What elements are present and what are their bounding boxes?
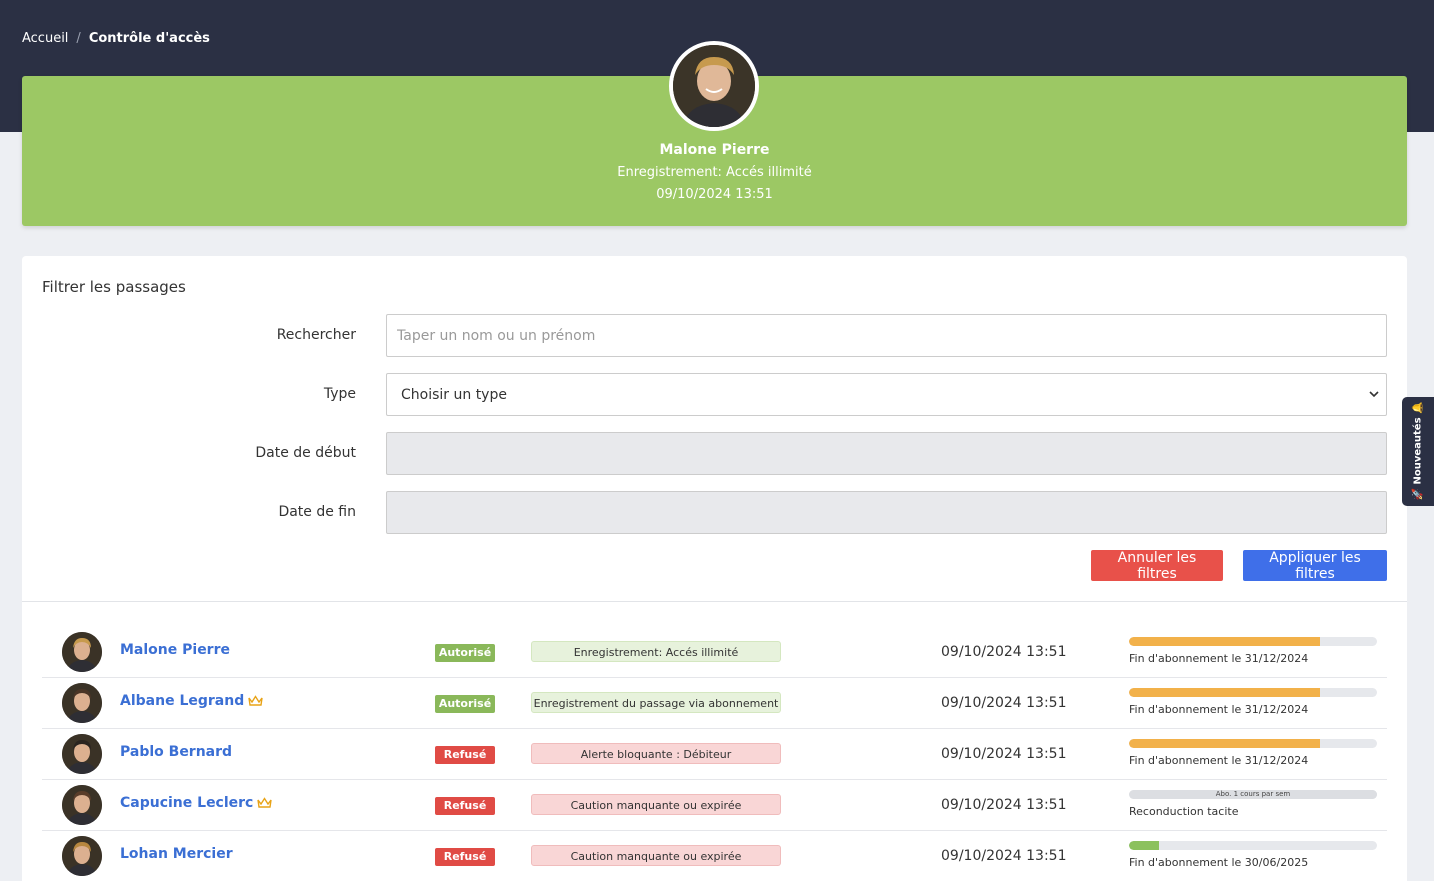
subscription-end-text: Fin d'abonnement le 31/12/2024 xyxy=(1129,652,1309,665)
member-avatar xyxy=(62,683,102,723)
person-photo-icon xyxy=(62,683,102,723)
member-name-link[interactable]: Pablo Bernard xyxy=(120,744,232,760)
subscription-end-text: Reconduction tacite xyxy=(1129,805,1239,818)
search-row: Rechercher xyxy=(22,314,1407,357)
status-badge: Refusé xyxy=(435,848,495,866)
passage-row: Malone Pierre Autorisé Enregistrement: A… xyxy=(42,627,1387,678)
member-avatar xyxy=(62,785,102,825)
type-select[interactable]: Choisir un type xyxy=(386,373,1387,416)
passage-row: Albane Legrand Autorisé Enregistrement d… xyxy=(42,678,1387,729)
hero-datetime: 09/10/2024 13:51 xyxy=(656,187,773,202)
subscription-progress-bar xyxy=(1129,739,1377,748)
type-label: Type xyxy=(323,386,356,402)
person-photo-icon xyxy=(62,734,102,774)
member-avatar xyxy=(62,836,102,876)
subscription-progress-bar xyxy=(1129,688,1377,697)
breadcrumb: Accueil / Contrôle d'accès xyxy=(22,31,210,46)
crown-icon xyxy=(248,695,263,706)
subscription-progress-fill xyxy=(1129,688,1320,697)
filter-card-title: Filtrer les passages xyxy=(42,278,186,296)
type-row: Type Choisir un type xyxy=(22,373,1407,416)
subscription-progress-bar xyxy=(1129,637,1377,646)
subscription-progress-bar: Abo. 1 cours par sem xyxy=(1129,790,1377,799)
passage-datetime: 09/10/2024 13:51 xyxy=(941,797,1067,813)
filter-card: Filtrer les passages Rechercher Type Cho… xyxy=(22,256,1407,881)
status-badge: Autorisé xyxy=(435,644,495,662)
passage-datetime: 09/10/2024 13:51 xyxy=(941,848,1067,864)
subscription-end-text: Fin d'abonnement le 30/06/2025 xyxy=(1129,856,1309,869)
passage-datetime: 09/10/2024 13:51 xyxy=(941,695,1067,711)
member-name: Capucine Leclerc xyxy=(120,795,254,811)
crown-icon xyxy=(257,797,273,808)
passage-list: Malone Pierre Autorisé Enregistrement: A… xyxy=(42,627,1387,881)
passage-row: Lohan Mercier Refusé Caution manquante o… xyxy=(42,831,1387,881)
end-date-label: Date de fin xyxy=(278,504,356,520)
news-side-tab-label: 🚀 Nouveautés 🔔 xyxy=(1412,401,1424,501)
member-avatar xyxy=(62,734,102,774)
passage-datetime: 09/10/2024 13:51 xyxy=(941,644,1067,660)
subscription-end-text: Fin d'abonnement le 31/12/2024 xyxy=(1129,703,1309,716)
member-name: Albane Legrand xyxy=(120,693,245,709)
type-select-value: Choisir un type xyxy=(401,386,507,403)
subscription-progress-fill xyxy=(1129,739,1320,748)
person-photo-icon xyxy=(62,836,102,876)
subscription-progress-fill xyxy=(1129,637,1320,646)
subscription-bar-text: Abo. 1 cours par sem xyxy=(1215,790,1291,798)
passage-datetime: 09/10/2024 13:51 xyxy=(941,746,1067,762)
member-name: Pablo Bernard xyxy=(120,744,233,760)
status-badge: Refusé xyxy=(435,797,495,815)
passage-message: Caution manquante ou expirée xyxy=(531,794,781,815)
subscription-end-text: Fin d'abonnement le 31/12/2024 xyxy=(1129,754,1309,767)
apply-filters-button[interactable]: Appliquer les filtres xyxy=(1243,550,1387,582)
search-label: Rechercher xyxy=(276,327,356,343)
member-name: Malone Pierre xyxy=(120,642,230,658)
member-name-link[interactable]: Albane Legrand xyxy=(120,693,263,709)
subscription-progress-bar xyxy=(1129,841,1377,850)
start-date-input[interactable] xyxy=(386,432,1387,475)
person-photo-icon xyxy=(62,632,102,672)
subscription-progress-fill xyxy=(1129,841,1159,850)
status-badge: Refusé xyxy=(435,746,495,764)
passage-message: Enregistrement du passage via abonnement xyxy=(531,692,781,713)
news-side-tab[interactable]: 🚀 Nouveautés 🔔 xyxy=(1402,397,1434,506)
person-photo-icon xyxy=(62,785,102,825)
divider xyxy=(22,601,1407,602)
passage-message: Caution manquante ou expirée xyxy=(531,845,781,866)
end-date-row: Date de fin xyxy=(22,491,1407,534)
hero-status-text: Enregistrement: Accés illimité xyxy=(617,165,812,180)
breadcrumb-separator: / xyxy=(76,31,81,46)
start-date-label: Date de début xyxy=(255,445,356,461)
chevron-down-icon xyxy=(1369,391,1379,398)
cancel-filters-button[interactable]: Annuler les filtres xyxy=(1091,550,1223,582)
member-name: Lohan Mercier xyxy=(120,846,233,862)
hero-avatar xyxy=(669,41,759,131)
passage-message: Enregistrement: Accés illimité xyxy=(531,641,781,662)
search-input[interactable] xyxy=(386,314,1387,357)
person-photo-icon xyxy=(673,45,755,127)
passage-row: Capucine Leclerc Refusé Caution manquant… xyxy=(42,780,1387,831)
hero-member-name: Malone Pierre xyxy=(659,142,770,158)
member-name-link[interactable]: Capucine Leclerc xyxy=(120,795,273,811)
passage-message: Alerte bloquante : Débiteur xyxy=(531,743,781,764)
breadcrumb-home-link[interactable]: Accueil xyxy=(22,31,68,46)
member-name-link[interactable]: Malone Pierre xyxy=(120,642,230,658)
passage-row: Pablo Bernard Refusé Alerte bloquante : … xyxy=(42,729,1387,780)
member-name-link[interactable]: Lohan Mercier xyxy=(120,846,233,862)
start-date-row: Date de début xyxy=(22,432,1407,475)
end-date-input[interactable] xyxy=(386,491,1387,534)
status-badge: Autorisé xyxy=(435,695,495,713)
member-avatar xyxy=(62,632,102,672)
breadcrumb-current: Contrôle d'accès xyxy=(88,31,210,46)
